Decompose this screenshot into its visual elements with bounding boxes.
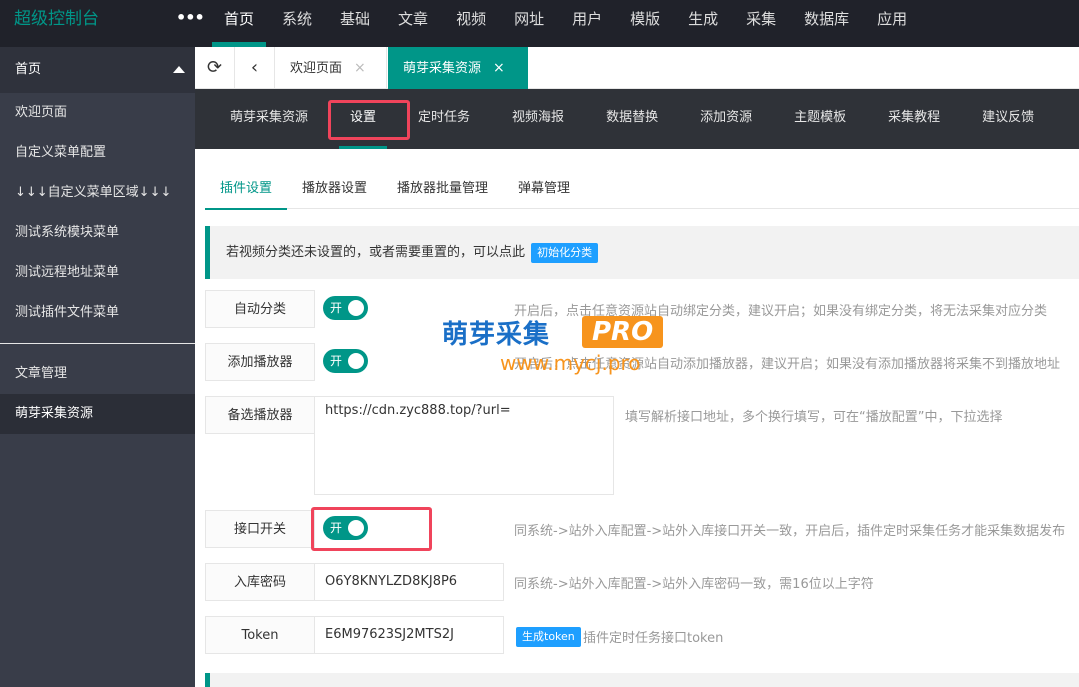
topnav-item-video[interactable]: 视频 [442,0,500,47]
sidebar-item-custom-menu-area[interactable]: ↓↓↓自定义菜单区域↓↓↓ [0,173,195,213]
topnav-item-template[interactable]: 模版 [616,0,674,47]
notice-text: 若视频分类还未设置的，或者需要重置的，可以点此 [226,245,526,260]
sidebar-group-label: 首页 [15,62,42,77]
init-category-notice: 若视频分类还未设置的，或者需要重置的，可以点此 初始化分类 [205,226,1079,279]
switch-knob [348,300,364,316]
subnav-item-collect-tutorial[interactable]: 采集教程 [867,89,961,149]
subnav-item-feedback[interactable]: 建议反馈 [961,89,1055,149]
generate-token-button[interactable]: 生成token [516,627,581,647]
page-tab-mycj-resources[interactable]: 萌芽采集资源 × [388,47,528,89]
switch-knob [348,353,364,369]
topnav-item-basic[interactable]: 基础 [326,0,384,47]
topnav-item-system[interactable]: 系统 [268,0,326,47]
ingest-password-input[interactable]: O6Y8KNYLZD8KJ8P6 [314,563,504,601]
topnav-item-website[interactable]: 网址 [500,0,558,47]
next-section-bar [205,673,1079,687]
sidebar-item-mycj-resources[interactable]: 萌芽采集资源 [0,394,195,434]
highlight-box-settings [328,100,410,140]
init-category-button[interactable]: 初始化分类 [531,242,599,263]
content-tab-player-settings[interactable]: 播放器设置 [287,169,382,209]
backup-player-hint: 填写解析接口地址，多个换行填写，可在“播放配置”中，下拉选择 [625,410,1003,425]
topnav-item-article[interactable]: 文章 [384,0,442,47]
api-switch-hint: 同系统->站外入库配置->站外入库接口开关一致，开启后，插件定时采集任务才能采集… [514,524,1066,539]
subnav-item-resources[interactable]: 萌芽采集资源 [209,89,329,149]
sidebar-group-home[interactable]: 首页 [0,47,195,93]
settings-content: 插件设置 播放器设置 播放器批量管理 弹幕管理 若视频分类还未设置的，或者需要重… [195,149,1079,687]
sidebar-divider [0,343,195,344]
subnav-item-theme-template[interactable]: 主题模板 [773,89,867,149]
app-logo-title[interactable]: 超级控制台 [0,0,195,47]
ingest-password-hint: 同系统->站外入库配置->站外入库密码一致，需16位以上字符 [514,577,874,592]
subnav-item-data-replace[interactable]: 数据替换 [585,89,679,149]
content-tab-danmaku[interactable]: 弹幕管理 [503,169,585,209]
sidebar-item-test-remote-url[interactable]: 测试远程地址菜单 [0,253,195,293]
content-tab-player-batch[interactable]: 播放器批量管理 [382,169,503,209]
sidebar: 首页 欢迎页面 自定义菜单配置 ↓↓↓自定义菜单区域↓↓↓ 测试系统模块菜单 测… [0,47,195,687]
topnav-item-home[interactable]: 首页 [210,0,268,47]
sidebar-item-article-manage[interactable]: 文章管理 [0,354,195,394]
page-tab-welcome[interactable]: 欢迎页面 × [275,47,387,89]
api-switch-label: 接口开关 [205,510,315,548]
content-tab-plugin-settings[interactable]: 插件设置 [205,169,288,210]
topnav-item-database[interactable]: 数据库 [790,0,863,47]
backup-player-textarea[interactable]: https://cdn.zyc888.top/?url= [314,396,614,495]
close-icon[interactable]: × [354,60,366,76]
watermark-pro-badge: PRO [582,316,664,348]
subnav-item-add-resource[interactable]: 添加资源 [679,89,773,149]
sidebar-item-custom-menu-config[interactable]: 自定义菜单配置 [0,133,195,173]
page-tab-label: 欢迎页面 [290,61,343,76]
add-player-switch[interactable]: 开 [323,349,368,373]
page-tab-label: 萌芽采集资源 [403,61,482,76]
switch-on-text: 开 [330,301,343,315]
caret-up-icon [173,66,185,73]
backup-player-label: 备选播放器 [205,396,315,434]
refresh-icon[interactable]: ⟳ [195,47,235,89]
auto-category-label: 自动分类 [205,290,315,328]
sidebar-item-welcome[interactable]: 欢迎页面 [0,93,195,133]
subnav-item-video-poster[interactable]: 视频海报 [491,89,585,149]
close-icon[interactable]: × [493,60,505,76]
sidebar-item-test-system-module[interactable]: 测试系统模块菜单 [0,213,195,253]
watermark-url: www.mycj.pro [500,351,641,375]
token-hint: 插件定时任务接口token [583,631,724,646]
switch-on-text: 开 [330,354,343,368]
auto-category-switch[interactable]: 开 [323,296,368,320]
topnav-item-apps[interactable]: 应用 [863,0,921,47]
subnav-item-scheduled-tasks[interactable]: 定时任务 [397,89,491,149]
content-tabs: 插件设置 播放器设置 播放器批量管理 弹幕管理 [205,169,1079,210]
topnav-item-user[interactable]: 用户 [558,0,616,47]
topnav-item-collect[interactable]: 采集 [732,0,790,47]
add-player-label: 添加播放器 [205,343,315,381]
top-navigation: 首页 系统 基础 文章 视频 网址 用户 模版 生成 采集 数据库 应用 [210,0,921,47]
page-tab-bar: ⟳ ‹ 欢迎页面 × 萌芽采集资源 × [195,47,1079,89]
topnav-item-generate[interactable]: 生成 [674,0,732,47]
ingest-password-label: 入库密码 [205,563,315,601]
sidebar-item-test-plugin-file[interactable]: 测试插件文件菜单 [0,293,195,333]
highlight-box-api-switch [311,507,432,551]
token-input[interactable]: E6M97623SJ2MTS2J [314,616,504,654]
top-header: 超级控制台 ••• 首页 系统 基础 文章 视频 网址 用户 模版 生成 采集 … [0,0,1079,47]
more-menu-icon[interactable]: ••• [176,8,205,27]
token-label: Token [205,616,315,654]
back-arrow-icon[interactable]: ‹ [235,47,275,89]
watermark-title: 萌芽采集 [442,320,551,350]
